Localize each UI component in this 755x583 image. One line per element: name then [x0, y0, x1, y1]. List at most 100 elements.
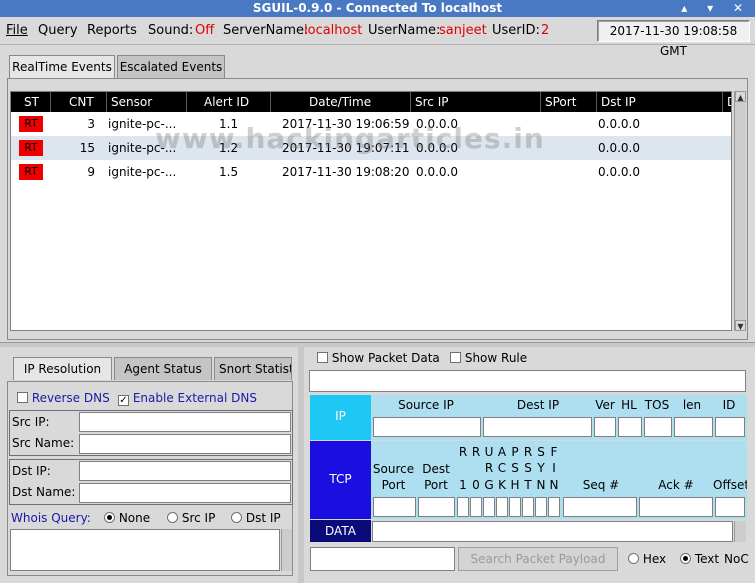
id-field[interactable]	[715, 417, 745, 437]
cell-src-ip: 0.0.0.0	[416, 165, 458, 179]
cell-dst-ip: 0.0.0.0	[598, 141, 640, 155]
col-datetime[interactable]: Date/Time	[271, 92, 411, 112]
seq-field[interactable]	[563, 497, 637, 517]
menu-bar: File Query Reports Sound: Off ServerName…	[0, 17, 755, 58]
src-name-field[interactable]	[79, 434, 291, 454]
flag-psh-top: P	[511, 445, 519, 459]
vertical-splitter[interactable]	[298, 346, 304, 583]
payload-search-input[interactable]	[310, 547, 455, 571]
flag-psh-field[interactable]	[509, 497, 521, 517]
flag-fin-field[interactable]	[548, 497, 560, 517]
dest-port-label: Dest Port	[422, 462, 450, 492]
tab-snort-statistics[interactable]: Snort Statist	[214, 357, 292, 380]
tab-agent-status[interactable]: Agent Status	[114, 357, 212, 380]
flag-urg-mid: R	[484, 461, 494, 475]
dst-ip-field[interactable]	[79, 461, 291, 481]
userid-value: 2	[541, 23, 550, 38]
col-src-ip[interactable]: Src IP	[411, 92, 541, 112]
ver-field[interactable]	[594, 417, 616, 437]
whois-scrollbar[interactable]	[281, 529, 292, 571]
whois-results-area[interactable]	[10, 529, 280, 571]
cell-dst-ip: 0.0.0.0	[598, 165, 640, 179]
source-ip-field[interactable]	[373, 417, 481, 437]
table-row[interactable]: RT 9 ignite-pc-... 1.5 2017-11-30 19:08:…	[11, 160, 731, 184]
scroll-down-icon[interactable]: ▼	[735, 320, 746, 331]
events-scrollbar[interactable]: ▲ ▼	[734, 91, 746, 331]
hex-radio[interactable]: Hex	[628, 552, 666, 566]
text-radio[interactable]: Text	[680, 552, 719, 566]
flag-urg-bot: G	[484, 478, 494, 492]
watermark: www.hackingarticles.in	[155, 122, 545, 155]
src-ip-field[interactable]	[79, 412, 291, 432]
flag-syn-field[interactable]	[535, 497, 547, 517]
checkbox-icon	[450, 352, 461, 363]
flag-fin-top: F	[550, 445, 558, 459]
whois-src-ip-radio[interactable]: Src IP	[167, 511, 215, 525]
horizontal-splitter[interactable]	[0, 342, 755, 347]
len-label: len	[682, 398, 702, 412]
menu-query[interactable]: Query	[38, 23, 78, 38]
col-alert-id[interactable]: Alert ID	[187, 92, 271, 112]
dst-group: Dst IP: Dst Name:	[9, 459, 293, 505]
rule-display[interactable]	[309, 370, 746, 392]
src-ip-label: Src IP:	[12, 415, 50, 429]
username-label: UserName:	[368, 23, 441, 38]
offset-field[interactable]	[715, 497, 745, 517]
show-packet-data-checkbox[interactable]: Show Packet Data	[317, 351, 440, 365]
tab-escalated-events[interactable]: Escalated Events	[117, 55, 225, 78]
dest-port-field[interactable]	[418, 497, 455, 517]
len-field[interactable]	[674, 417, 713, 437]
data-scrollbar[interactable]	[734, 521, 746, 542]
dst-name-field[interactable]	[79, 483, 291, 503]
flag-rst-field[interactable]	[522, 497, 534, 517]
col-sport[interactable]: SPort	[541, 92, 597, 112]
dst-name-label: Dst Name:	[12, 485, 76, 499]
tos-field[interactable]	[644, 417, 672, 437]
flag-r0-field[interactable]	[470, 497, 482, 517]
hl-field[interactable]	[618, 417, 642, 437]
menu-reports[interactable]: Reports	[87, 23, 137, 38]
tcp-header-label-cell: TCP	[310, 441, 371, 519]
flag-syn-top: S	[537, 445, 545, 459]
col-sensor[interactable]: Sensor	[107, 92, 187, 112]
radio-icon	[628, 553, 639, 564]
status-badge: RT	[19, 164, 43, 180]
show-rule-checkbox[interactable]: Show Rule	[450, 351, 527, 365]
src-name-label: Src Name:	[12, 436, 75, 450]
reverse-dns-checkbox[interactable]: Reverse DNS	[17, 391, 110, 405]
flag-urg-field[interactable]	[483, 497, 495, 517]
whois-dst-ip-radio[interactable]: Dst IP	[231, 511, 281, 525]
col-cnt[interactable]: CNT	[51, 92, 107, 112]
col-dport[interactable]: D	[723, 92, 731, 112]
cell-sensor: ignite-pc-...	[108, 165, 177, 179]
nocase-checkbox[interactable]: NoC	[724, 552, 754, 566]
whois-none-radio[interactable]: None	[104, 511, 150, 525]
radio-icon	[167, 512, 178, 523]
dest-ip-field[interactable]	[483, 417, 592, 437]
status-badge: RT	[19, 140, 43, 156]
flag-syn-mid: Y	[537, 461, 545, 475]
menu-file[interactable]: File	[6, 23, 28, 38]
ip-header-label-cell: IP	[310, 395, 371, 440]
tcp-label: TCP	[329, 472, 352, 486]
packet-data-field[interactable]	[372, 521, 733, 542]
search-packet-payload-button[interactable]: Search Packet Payload	[458, 547, 618, 571]
window-controls[interactable]: ▴ ▾ ✕	[681, 0, 751, 17]
flag-ack-field[interactable]	[496, 497, 508, 517]
ack-field[interactable]	[639, 497, 713, 517]
seq-label: Seq #	[582, 478, 620, 492]
enable-external-dns-checkbox[interactable]: ✓ Enable External DNS	[118, 391, 257, 406]
col-st[interactable]: ST	[11, 92, 51, 112]
ip-resolution-panel: Reverse DNS ✓ Enable External DNS Src IP…	[7, 381, 293, 576]
col-dst-ip[interactable]: Dst IP	[597, 92, 723, 112]
tab-realtime-events[interactable]: RealTime Events	[9, 55, 115, 78]
source-port-field[interactable]	[373, 497, 416, 517]
flag-r1-field[interactable]	[457, 497, 469, 517]
tab-ip-resolution[interactable]: IP Resolution	[13, 357, 112, 380]
flag-r1-top: R	[458, 445, 468, 459]
radio-selected-icon	[680, 553, 691, 564]
checkmark-icon: ✓	[118, 395, 129, 406]
window-title: SGUIL-0.9.0 - Connected To localhost	[252, 1, 503, 15]
scroll-up-icon[interactable]: ▲	[735, 91, 746, 102]
tos-label: TOS	[644, 398, 670, 412]
